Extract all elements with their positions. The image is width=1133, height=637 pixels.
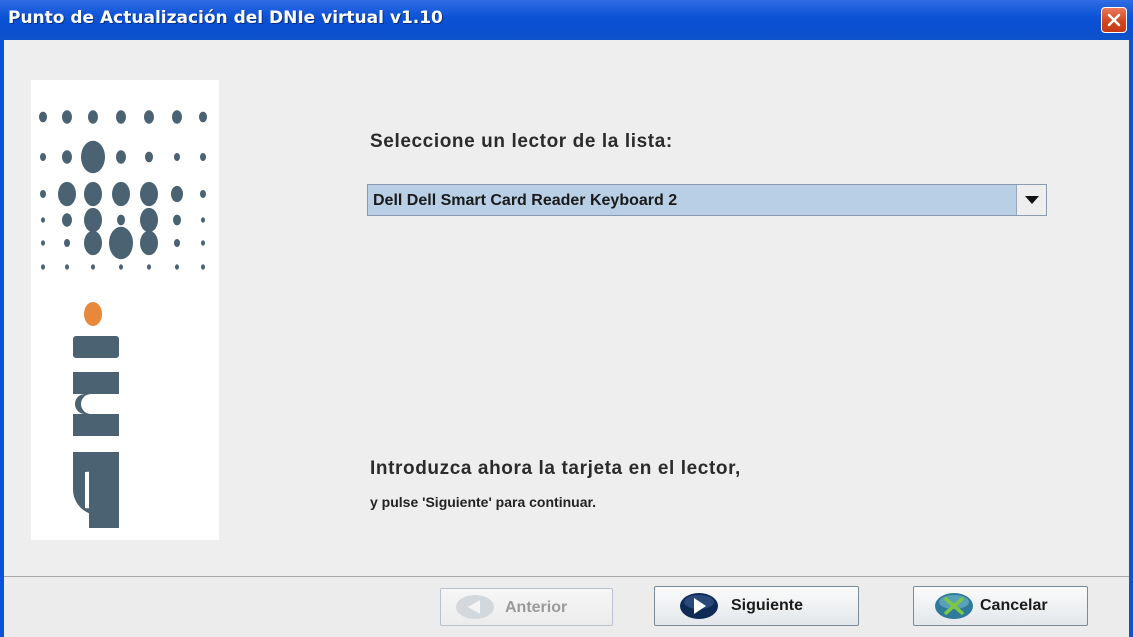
logo-dot <box>116 110 126 124</box>
logo-dot <box>140 181 158 207</box>
window-title: Punto de Actualización del DNIe virtual … <box>8 8 443 28</box>
logo-dot <box>117 214 125 226</box>
arrow-left-icon <box>456 595 494 619</box>
logo-dot <box>62 150 72 164</box>
logo-dot <box>84 230 102 256</box>
logo-dot <box>119 264 123 270</box>
reader-select[interactable]: Dell Dell Smart Card Reader Keyboard 2 <box>367 184 1047 216</box>
logo-dot <box>145 151 153 163</box>
logo-dot <box>174 238 180 248</box>
select-reader-heading: Seleccione un lector de la lista: <box>370 131 673 152</box>
previous-button[interactable]: Anterior <box>440 588 613 626</box>
logo-dot <box>84 207 102 233</box>
logo-dot <box>140 230 158 256</box>
logo-dot <box>91 264 95 270</box>
logo-dot <box>40 152 46 162</box>
instruction-line-1: Introduzca ahora la tarjeta en el lector… <box>370 458 741 479</box>
reader-select-value: Dell Dell Smart Card Reader Keyboard 2 <box>373 192 678 209</box>
logo-dot <box>201 217 205 223</box>
wizard-content: Seleccione un lector de la lista: Dell D… <box>4 40 1129 576</box>
logo-dot <box>174 152 180 162</box>
dni-logo <box>39 110 207 528</box>
logo-dot <box>175 264 179 270</box>
window-frame-right <box>1129 40 1133 637</box>
previous-button-label: Anterior <box>505 599 568 616</box>
chevron-down-icon <box>1025 196 1039 204</box>
next-button-label: Siguiente <box>731 597 804 614</box>
logo-dot <box>41 217 45 223</box>
title-bar: Punto de Actualización del DNIe virtual … <box>0 0 1133 40</box>
instruction-line-2: y pulse 'Siguiente' para continuar. <box>370 494 597 510</box>
close-button[interactable] <box>1101 7 1127 33</box>
logo-dot <box>112 181 130 207</box>
logo-dot <box>62 213 72 227</box>
x-circle-icon <box>935 593 973 619</box>
logo-dot <box>40 189 46 199</box>
logo-dot <box>58 181 76 207</box>
logo-dot <box>171 185 183 203</box>
logo-dot <box>84 181 102 207</box>
logo-dot <box>147 264 151 270</box>
logo-dot <box>109 226 133 260</box>
logo-dot <box>41 240 45 246</box>
logo-dot <box>200 152 206 162</box>
logo-dot <box>62 110 72 124</box>
cancel-button[interactable]: Cancelar <box>913 586 1088 626</box>
dni-logo-dot <box>84 302 102 326</box>
logo-dot <box>200 189 206 199</box>
logo-dot <box>41 264 45 270</box>
logo-dot <box>140 207 158 233</box>
cancel-button-label: Cancelar <box>980 597 1048 614</box>
logo-dot <box>39 111 47 123</box>
logo-dot <box>88 110 98 124</box>
logo-dot <box>64 238 70 248</box>
logo-dot <box>173 214 181 226</box>
logo-dot <box>201 264 205 270</box>
logo-dot <box>201 240 205 246</box>
arrow-right-icon <box>680 593 718 619</box>
reader-select-toggle[interactable] <box>1016 185 1046 215</box>
logo-dot <box>199 111 207 123</box>
logo-dot <box>81 140 105 174</box>
next-button[interactable]: Siguiente <box>654 586 859 626</box>
logo-dot <box>65 264 69 270</box>
logo-dot <box>172 110 182 124</box>
logo-dot <box>116 150 126 164</box>
dni-logo-panel <box>31 80 219 540</box>
close-icon <box>1107 13 1121 27</box>
logo-dot <box>144 110 154 124</box>
